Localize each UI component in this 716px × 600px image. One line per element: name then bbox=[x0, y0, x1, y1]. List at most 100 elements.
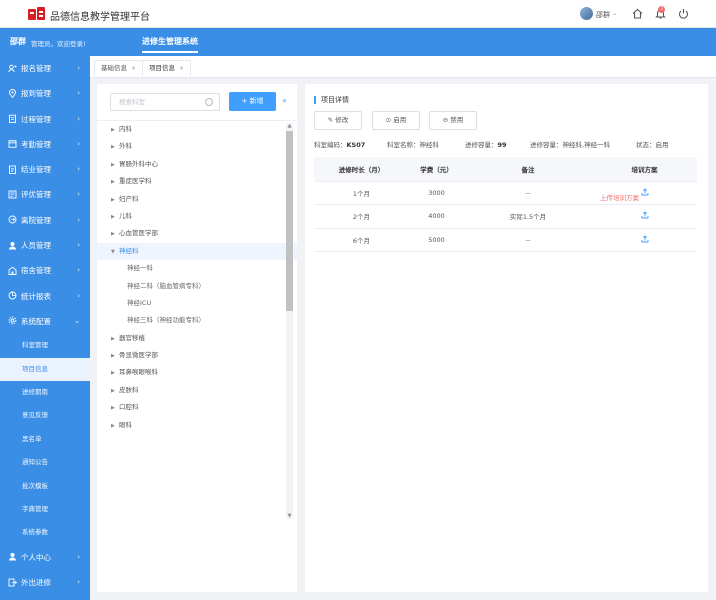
tree-node[interactable]: ▶ 口腔科 bbox=[97, 399, 297, 416]
cell-duration: 2个月 bbox=[314, 204, 409, 229]
search-icon[interactable] bbox=[205, 98, 213, 106]
caret-right-icon[interactable]: ▶ bbox=[111, 365, 119, 382]
sidebar-subitem-notice[interactable]: 通知公告 bbox=[0, 451, 90, 474]
tab-project-info[interactable]: 项目信息 × bbox=[142, 60, 192, 76]
close-icon[interactable]: × bbox=[131, 65, 136, 72]
tree-node-selected[interactable]: ▼ 神经科 bbox=[97, 242, 297, 261]
document-icon bbox=[9, 165, 16, 174]
tree-node-label: 内科 bbox=[119, 125, 132, 133]
module-tab[interactable]: 进修生管理系统 bbox=[130, 28, 210, 56]
upload-tooltip: 上传培训方案 bbox=[600, 193, 639, 202]
sidebar-item-graduation[interactable]: 结业管理 › bbox=[0, 157, 90, 182]
sidebar-item-process[interactable]: 过程管理 › bbox=[0, 107, 90, 132]
chevron-right-icon: › bbox=[77, 114, 80, 123]
add-button[interactable]: + 新增 bbox=[229, 92, 276, 111]
caret-right-icon[interactable]: ▶ bbox=[111, 122, 119, 139]
sidebar-item-personal-center[interactable]: 个人中心 › bbox=[0, 545, 90, 570]
tree-node[interactable]: ▶ 儿科 bbox=[97, 208, 297, 225]
info-capacity-departments: 进修容量：神经科,神经一科 bbox=[530, 141, 611, 149]
avatar[interactable] bbox=[580, 7, 593, 20]
disable-button[interactable]: ⊖ 禁用 bbox=[429, 111, 477, 130]
sidebar-item-leave[interactable]: 离院管理 › bbox=[0, 208, 90, 233]
tree-child[interactable]: 神经三科（神经功能专科） bbox=[97, 312, 297, 329]
sidebar-item-people[interactable]: 人员管理 › bbox=[0, 233, 90, 258]
tree-node[interactable]: ▶ 外科 bbox=[97, 138, 297, 155]
sidebar-subitem-project-info[interactable]: 项目信息 bbox=[0, 357, 90, 382]
caret-right-icon[interactable]: ▶ bbox=[111, 400, 119, 417]
tree-child[interactable]: 神经二科（脑血管病专科） bbox=[97, 278, 297, 295]
sidebar-item-dormitory[interactable]: 宿舍管理 › bbox=[0, 258, 90, 283]
sidebar-item-external-study[interactable]: 外出进修 › bbox=[0, 570, 90, 595]
sidebar-subitem-batch-template[interactable]: 批次模板 bbox=[0, 475, 90, 498]
tree-node[interactable]: ▶ 皮肤科 bbox=[97, 382, 297, 399]
tree-node[interactable]: ▶ 眼科 bbox=[97, 417, 297, 434]
search-input[interactable]: 搜索科室 bbox=[110, 93, 220, 111]
sidebar-subitem-dictionary[interactable]: 字典管理 bbox=[0, 498, 90, 521]
sidebar-subitem-guide[interactable]: 进修期南 bbox=[0, 381, 90, 404]
sidebar-item-checkin[interactable]: 报到管理 › bbox=[0, 81, 90, 106]
tree-node[interactable]: ▶ 胃肠外科中心 bbox=[97, 156, 297, 173]
caret-right-icon[interactable]: ▶ bbox=[111, 192, 119, 209]
tree-node-label: 胃肠外科中心 bbox=[119, 159, 158, 168]
caret-right-icon[interactable]: ▶ bbox=[111, 157, 119, 174]
enable-button[interactable]: ⊙ 启用 bbox=[372, 111, 420, 130]
upload-icon[interactable] bbox=[641, 235, 649, 243]
tab-bar: 基础信息 × 项目信息 × bbox=[90, 56, 716, 78]
close-icon[interactable]: × bbox=[179, 65, 184, 72]
sidebar-subitem-params[interactable]: 系统参数 bbox=[0, 521, 90, 544]
caret-down-icon[interactable]: ▼ bbox=[111, 244, 119, 261]
tree-node[interactable]: ▶ 心血管医学部 bbox=[97, 225, 297, 242]
sidebar-item-registration[interactable]: 报名管理 › bbox=[0, 56, 90, 81]
upload-icon[interactable] bbox=[641, 188, 649, 196]
caret-right-icon[interactable]: ▶ bbox=[111, 383, 119, 400]
home-icon[interactable] bbox=[631, 7, 644, 20]
sidebar-item-system-config[interactable]: 系统配置 ⌄ bbox=[0, 309, 90, 334]
clipboard-icon bbox=[9, 114, 16, 124]
sidebar-item-attendance[interactable]: 考勤管理 › bbox=[0, 132, 90, 157]
sidebar-subitem-blacklist[interactable]: 黑名单 bbox=[0, 428, 90, 451]
double-chevron-left-icon[interactable]: « bbox=[282, 97, 287, 105]
caret-right-icon[interactable]: ▶ bbox=[111, 331, 119, 348]
exit-icon bbox=[8, 215, 17, 224]
tree-node[interactable]: ▶ 耳鼻喉眼喉科 bbox=[97, 364, 297, 381]
sidebar-subitem-department[interactable]: 科室管理 bbox=[0, 334, 90, 357]
banner: 邵群 管理员，欢迎登录! 进修生管理系统 bbox=[0, 28, 716, 56]
upload-icon[interactable] bbox=[641, 211, 649, 219]
sidebar-item-label: 宿舍管理 bbox=[21, 266, 51, 276]
chevron-right-icon: › bbox=[77, 165, 80, 174]
sidebar-subitem-feedback[interactable]: 意见反馈 bbox=[0, 404, 90, 427]
chevron-down-icon[interactable]: ⌄ bbox=[612, 10, 617, 17]
column-header: 进修时长（月） bbox=[314, 157, 409, 182]
tree-child[interactable]: 神经ICU bbox=[97, 295, 297, 312]
sidebar-item-evaluation[interactable]: 评优管理 › bbox=[0, 182, 90, 207]
search-placeholder: 搜索科室 bbox=[119, 98, 145, 106]
tree-node[interactable]: ▶ 妇产科 bbox=[97, 191, 297, 208]
caret-right-icon[interactable]: ▶ bbox=[111, 226, 119, 243]
project-table: 进修时长（月） 学费（元） 备注 培训方案 1个月 3000 -- 上传培训方案… bbox=[314, 157, 697, 252]
tree-node[interactable]: ▶ 器官移植 bbox=[97, 330, 297, 347]
caret-right-icon[interactable]: ▶ bbox=[111, 348, 119, 365]
scroll-down-icon[interactable]: ▼ bbox=[286, 513, 293, 519]
tree-node[interactable]: ▶ 骨显微医学部 bbox=[97, 347, 297, 364]
edit-button[interactable]: ✎ 修改 bbox=[314, 111, 362, 130]
scrollbar-thumb[interactable] bbox=[286, 131, 293, 311]
sidebar-item-statistics[interactable]: 统计报表 › bbox=[0, 284, 90, 309]
form-icon bbox=[8, 190, 17, 199]
tab-basic-info[interactable]: 基础信息 × bbox=[94, 60, 144, 76]
tree-scrollbar[interactable]: ▲ ▼ bbox=[286, 123, 293, 519]
tree-node[interactable]: ▶ 重症医学科 bbox=[97, 173, 297, 190]
caret-right-icon[interactable]: ▶ bbox=[111, 139, 119, 156]
caret-right-icon[interactable]: ▶ bbox=[111, 209, 119, 226]
power-icon[interactable] bbox=[677, 7, 690, 20]
tree-child[interactable]: 神经一科 bbox=[97, 260, 297, 277]
caret-right-icon[interactable]: ▶ bbox=[111, 418, 119, 435]
tree-node-label: 外科 bbox=[119, 142, 132, 151]
sidebar-item-label: 评优管理 bbox=[21, 190, 51, 200]
tree-node-label: 心血管医学部 bbox=[119, 229, 158, 238]
user-name[interactable]: 邵群 bbox=[596, 10, 610, 20]
welcome-text: 管理员，欢迎登录! bbox=[31, 40, 86, 48]
caret-right-icon[interactable]: ▶ bbox=[111, 174, 119, 191]
scroll-up-icon[interactable]: ▲ bbox=[286, 123, 293, 129]
tree-node[interactable]: ▶ 内科 bbox=[97, 121, 297, 138]
cell-upload: 上传培训方案 bbox=[592, 181, 697, 205]
